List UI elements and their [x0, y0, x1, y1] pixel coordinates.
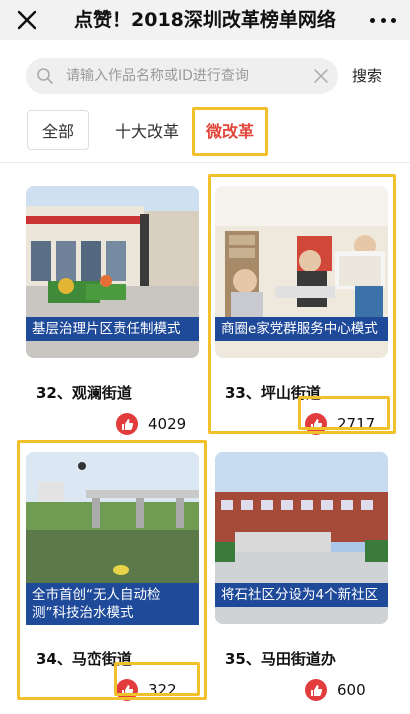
card-title: 35、马田街道办 — [225, 650, 336, 668]
divider — [0, 162, 410, 163]
thumbs-up-icon — [116, 413, 138, 435]
search-button[interactable]: 搜索 — [352, 64, 382, 88]
title-bar: 点赞！2018深圳改革榜单网络 — [0, 0, 410, 40]
tab-highlight-box — [192, 107, 268, 156]
highlight-box — [114, 662, 200, 696]
more-icon[interactable] — [370, 11, 396, 29]
like-count: 4029 — [148, 415, 187, 433]
tab-top-ten-reforms[interactable]: 十大改革 — [107, 110, 187, 150]
clear-icon[interactable] — [312, 67, 330, 85]
highlight-box — [208, 174, 396, 434]
tab-all[interactable]: 全部 — [27, 110, 89, 150]
like-button[interactable]: 600 — [305, 678, 395, 702]
close-icon[interactable] — [14, 7, 40, 33]
like-count: 600 — [337, 681, 366, 699]
search-input[interactable] — [66, 58, 306, 94]
card-caption: 基层治理片区责任制模式 — [26, 317, 199, 341]
search-icon — [37, 68, 53, 84]
card-caption: 将石社区分设为4个新社区 — [215, 583, 388, 607]
thumbs-up-icon — [305, 679, 327, 701]
search-box — [26, 58, 338, 94]
highlight-box — [298, 396, 390, 430]
page-title: 点赞！2018深圳改革榜单网络 — [74, 9, 336, 31]
highlight-box — [17, 440, 207, 700]
card-title: 32、观澜街道 — [36, 384, 132, 402]
like-button[interactable]: 4029 — [116, 412, 206, 436]
